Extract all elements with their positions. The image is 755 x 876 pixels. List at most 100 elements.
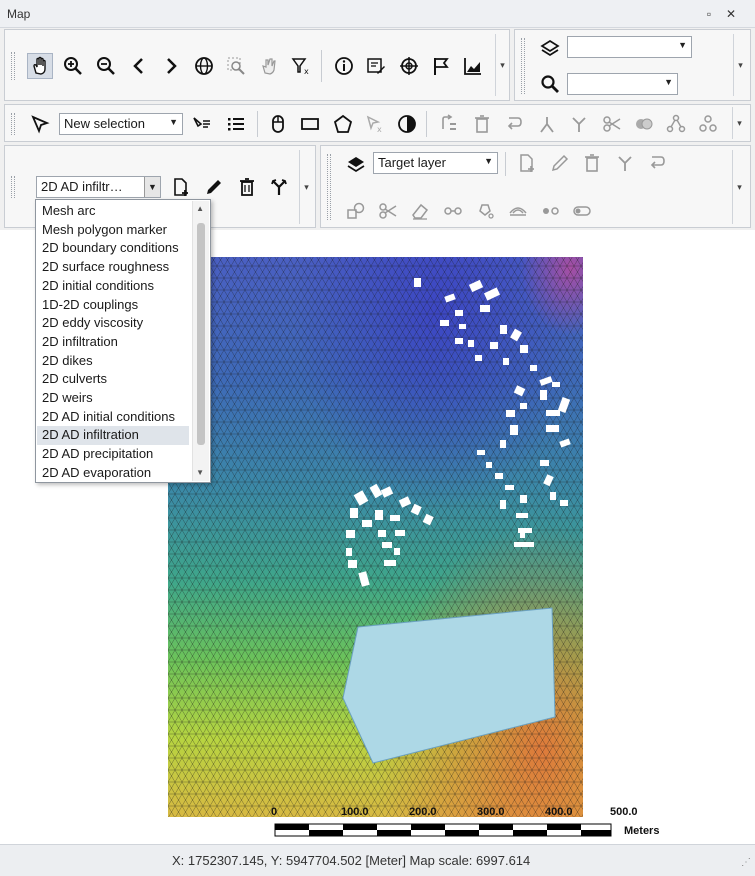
- layer-type-combo[interactable]: 2D AD infiltr… ▼: [36, 176, 161, 198]
- undo-icon[interactable]: [644, 150, 670, 176]
- line-vertices-icon[interactable]: [440, 198, 466, 224]
- previous-view-icon[interactable]: [126, 53, 152, 79]
- delete-icon[interactable]: [234, 174, 260, 200]
- edit-target-toolbar: Target layer ▼ ▾: [320, 145, 751, 228]
- snap-icon[interactable]: [505, 198, 531, 224]
- eraser-icon[interactable]: [407, 198, 433, 224]
- split-icon[interactable]: [612, 150, 638, 176]
- toolbar-overflow-button[interactable]: ▾: [299, 150, 313, 224]
- vertices-icon[interactable]: [663, 111, 689, 137]
- resize-grip-icon[interactable]: ⋰: [741, 857, 751, 868]
- crosshair-icon[interactable]: [396, 53, 422, 79]
- close-icon[interactable]: ✕: [722, 5, 740, 23]
- selection-mode-combo[interactable]: New selection ▼: [59, 113, 183, 135]
- toolbar-overflow-button[interactable]: ▾: [732, 150, 746, 224]
- toolbar-grip[interactable]: [11, 176, 15, 198]
- window-titlebar: Map ▫ ✕: [0, 0, 755, 28]
- dropdown-item[interactable]: 2D dikes: [37, 352, 189, 371]
- network-icon[interactable]: [695, 111, 721, 137]
- dropdown-item[interactable]: 2D eddy viscosity: [37, 314, 189, 333]
- delete-icon[interactable]: [579, 150, 605, 176]
- separator: [257, 111, 258, 137]
- toolbar-overflow-button[interactable]: ▾: [733, 34, 747, 96]
- toolbar-grip[interactable]: [11, 113, 15, 135]
- toolbar-overflow-button[interactable]: ▾: [732, 107, 746, 139]
- scroll-up-icon[interactable]: ▲: [196, 204, 204, 213]
- chevron-down-icon: ▼: [169, 117, 178, 127]
- invert-selection-icon[interactable]: [394, 111, 420, 137]
- flag-icon[interactable]: [428, 53, 454, 79]
- scale-label-0: 0: [271, 806, 278, 818]
- window-title: Map: [7, 7, 31, 21]
- layers-icon[interactable]: [343, 151, 369, 177]
- toolbar-overflow-button[interactable]: ▾: [495, 34, 509, 96]
- edit-attributes-icon[interactable]: [363, 53, 389, 79]
- copy-feature-icon[interactable]: [435, 111, 461, 137]
- dropdown-item[interactable]: 2D AD evaporation: [37, 464, 189, 483]
- toolbar-grip[interactable]: [11, 52, 15, 80]
- delete-icon[interactable]: [469, 111, 495, 137]
- dropdown-scrollbar[interactable]: ▲ ▼: [192, 201, 209, 481]
- layers-icon[interactable]: [537, 35, 563, 61]
- merge-icon[interactable]: [534, 111, 560, 137]
- dropdown-item[interactable]: Mesh polygon marker: [37, 221, 189, 240]
- dropdown-item[interactable]: 2D initial conditions: [37, 277, 189, 296]
- scale-bar: [274, 823, 612, 837]
- dropdown-item[interactable]: 2D AD precipitation: [37, 445, 189, 464]
- new-feature-icon[interactable]: [514, 150, 540, 176]
- chevron-down-icon: ▼: [144, 177, 160, 197]
- pan-hand-icon[interactable]: [27, 53, 53, 79]
- next-view-icon[interactable]: [158, 53, 184, 79]
- layer-combo[interactable]: ▼: [567, 36, 692, 58]
- filter-selection-icon[interactable]: [189, 111, 215, 137]
- zoom-out-icon[interactable]: [93, 53, 119, 79]
- undo-icon[interactable]: [501, 111, 527, 137]
- clear-selection-icon[interactable]: x: [288, 53, 314, 79]
- info-icon[interactable]: [331, 53, 357, 79]
- search-icon[interactable]: [537, 71, 563, 97]
- cut-icon[interactable]: [599, 111, 625, 137]
- dropdown-item[interactable]: 2D boundary conditions: [37, 239, 189, 258]
- shape-tools-icon[interactable]: [343, 198, 369, 224]
- mouse-select-icon[interactable]: [265, 111, 291, 137]
- list-icon[interactable]: [223, 111, 249, 137]
- dropdown-item[interactable]: 1D-2D couplings: [37, 296, 189, 315]
- dropdown-item[interactable]: 2D AD initial conditions: [37, 408, 189, 427]
- dropdown-item[interactable]: 2D surface roughness: [37, 258, 189, 277]
- chart-icon[interactable]: [460, 53, 486, 79]
- restore-icon[interactable]: ▫: [700, 5, 718, 23]
- dropdown-item[interactable]: Mesh arc: [37, 202, 189, 221]
- union-icon[interactable]: [631, 111, 657, 137]
- polygon-vertices-icon[interactable]: [472, 198, 498, 224]
- rectangle-select-icon[interactable]: [297, 111, 323, 137]
- new-feature-icon[interactable]: [168, 174, 194, 200]
- zoom-selection-icon[interactable]: [223, 53, 249, 79]
- cut-icon[interactable]: [375, 198, 401, 224]
- points-icon[interactable]: [537, 198, 563, 224]
- toolbar-grip[interactable]: [327, 154, 331, 220]
- selection-mode-value: New selection: [64, 116, 145, 131]
- scroll-down-icon[interactable]: ▼: [196, 468, 204, 477]
- target-layer-combo[interactable]: Target layer ▼: [373, 152, 498, 174]
- pencil-icon[interactable]: [201, 174, 227, 200]
- selection-toolbar: New selection ▼ x ▾: [4, 104, 751, 142]
- pan-selection-icon[interactable]: [256, 53, 282, 79]
- dropdown-item[interactable]: 2D infiltration: [37, 333, 189, 352]
- dropdown-item-selected[interactable]: 2D AD infiltration: [37, 426, 189, 446]
- clear-select-icon[interactable]: x: [362, 111, 388, 137]
- dropdown-item[interactable]: 2D weirs: [37, 389, 189, 408]
- select-arrow-icon[interactable]: [27, 111, 53, 137]
- chevron-down-icon: ▼: [484, 156, 493, 166]
- zoom-in-icon[interactable]: [60, 53, 86, 79]
- toolbar-grip[interactable]: [521, 38, 525, 94]
- globe-icon[interactable]: [191, 53, 217, 79]
- search-combo[interactable]: ▼: [567, 73, 678, 95]
- polygon-select-icon[interactable]: [330, 111, 356, 137]
- dropdown-item[interactable]: 2D culverts: [37, 370, 189, 389]
- split-icon[interactable]: [566, 111, 592, 137]
- toggle-icon[interactable]: [569, 198, 595, 224]
- scrollbar-thumb[interactable]: [197, 223, 205, 445]
- pencil-icon[interactable]: [547, 150, 573, 176]
- layer-type-dropdown[interactable]: Mesh arc Mesh polygon marker 2D boundary…: [35, 199, 211, 483]
- split-feature-icon[interactable]: [266, 174, 292, 200]
